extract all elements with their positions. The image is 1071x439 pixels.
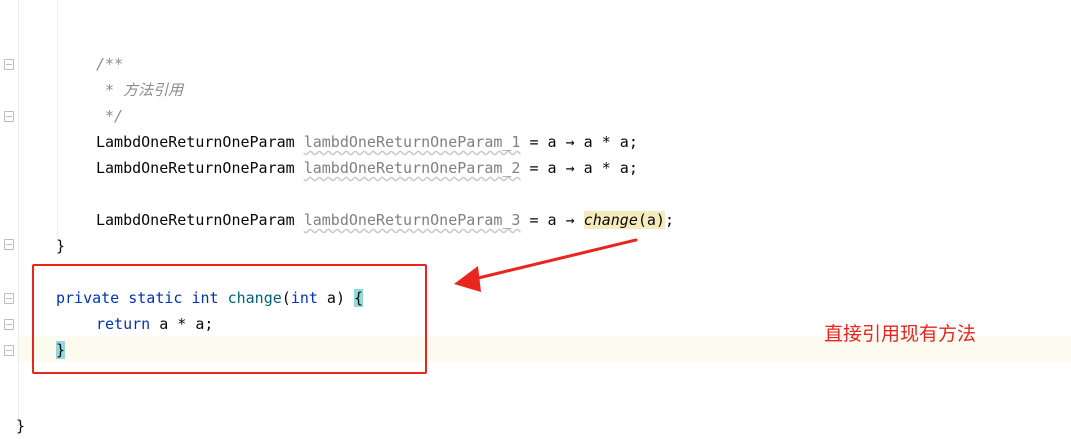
annotation-arrow xyxy=(454,238,638,292)
annotation-text: 直接引用现有方法 xyxy=(824,323,977,345)
